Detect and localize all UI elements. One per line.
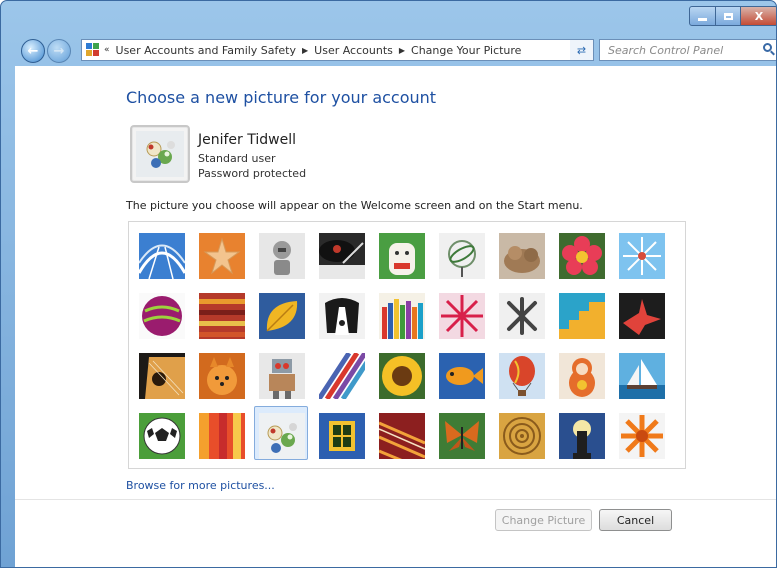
picture-fabric-stripes[interactable] [199,293,245,339]
back-arrow-icon: ← [27,43,39,59]
control-panel-icon [86,43,100,57]
address-bar[interactable]: « User Accounts and Family Safety ▶ User… [81,39,594,61]
maximize-button[interactable] [715,6,741,26]
picture-soccer-ball[interactable] [139,413,185,459]
picture-matryoshka[interactable] [559,353,605,399]
forward-button[interactable]: → [47,39,71,63]
picture-embroidered-fabric[interactable] [379,413,425,459]
picture-blue-stairs[interactable] [559,293,605,339]
picture-butterfly[interactable] [439,413,485,459]
picture-red-orange-fabric[interactable] [199,413,245,459]
picture-robot-figure[interactable] [259,233,305,279]
picture-window[interactable] [319,413,365,459]
picture-shell-spiral[interactable] [499,413,545,459]
breadcrumb-arrow-icon[interactable]: ▶ [302,46,308,55]
picture-description: The picture you choose will appear on th… [126,199,583,212]
browse-more-pictures-link[interactable]: Browse for more pictures... [126,479,275,492]
refresh-button[interactable]: ⇄ [570,39,594,61]
user-name: Jenifer Tidwell [198,132,296,148]
picture-record-player[interactable] [319,233,365,279]
title-bar: X [1,1,776,37]
picture-red-flower[interactable] [559,233,605,279]
change-picture-window: X ← → « User Accounts and Family Safety … [0,0,777,568]
picture-roller-coaster[interactable] [139,233,185,279]
cancel-button[interactable]: Cancel [599,509,672,531]
picture-guitar[interactable] [139,353,185,399]
picture-kitten[interactable] [499,233,545,279]
search-icon[interactable] [763,43,772,52]
breadcrumb-item-change-your-picture[interactable]: Change Your Picture [411,44,521,57]
maximize-icon [723,12,733,20]
picture-striped-fabric[interactable] [319,353,365,399]
picture-marbles[interactable] [259,413,305,459]
picture-grid [128,221,686,469]
picture-lighthouse[interactable] [559,413,605,459]
picture-starfish[interactable] [199,233,245,279]
picture-crayons[interactable] [379,293,425,339]
picture-lucky-cat[interactable] [379,233,425,279]
breadcrumb-separator-icon: « [104,45,110,55]
close-icon: X [754,9,764,23]
account-type: Standard user [198,152,276,165]
picture-sunflower[interactable] [379,353,425,399]
picture-gyroscope[interactable] [439,233,485,279]
picture-sailboat[interactable] [619,353,665,399]
page-title: Choose a new picture for your account [126,88,437,107]
picture-red-fireworks-flower[interactable] [439,293,485,339]
breadcrumb-item-user-accounts-family-safety[interactable]: User Accounts and Family Safety [116,44,296,57]
picture-orange-gerbera[interactable] [619,413,665,459]
picture-pomeranian[interactable] [199,353,245,399]
content-area: Choose a new picture for your account Je… [15,66,776,567]
breadcrumb-arrow-icon[interactable]: ▶ [399,46,405,55]
breadcrumb-item-user-accounts[interactable]: User Accounts [314,44,393,57]
change-picture-button[interactable]: Change Picture [495,509,592,531]
navigation-bar: ← → « User Accounts and Family Safety ▶ … [1,37,776,65]
picture-jacks[interactable] [499,293,545,339]
search-input[interactable]: Search Control Panel [599,39,776,61]
search-placeholder: Search Control Panel [608,43,724,57]
refresh-icon: ⇄ [576,43,587,57]
picture-orange-fish[interactable] [439,353,485,399]
password-status: Password protected [198,167,307,180]
picture-toy-robot[interactable] [259,353,305,399]
current-picture-marbles-icon [136,131,184,177]
minimize-icon [698,17,707,21]
picture-pinwheel[interactable] [619,233,665,279]
picture-border-collie[interactable] [319,293,365,339]
minimize-button[interactable] [689,6,716,26]
back-button[interactable]: ← [21,39,45,63]
picture-magenta-ball[interactable] [139,293,185,339]
picture-hot-air-balloon[interactable] [499,353,545,399]
forward-arrow-icon: → [53,43,65,59]
close-button[interactable]: X [740,6,776,26]
user-avatar [130,125,190,183]
picture-paper-crane[interactable] [619,293,665,339]
picture-yellow-leaf[interactable] [259,293,305,339]
